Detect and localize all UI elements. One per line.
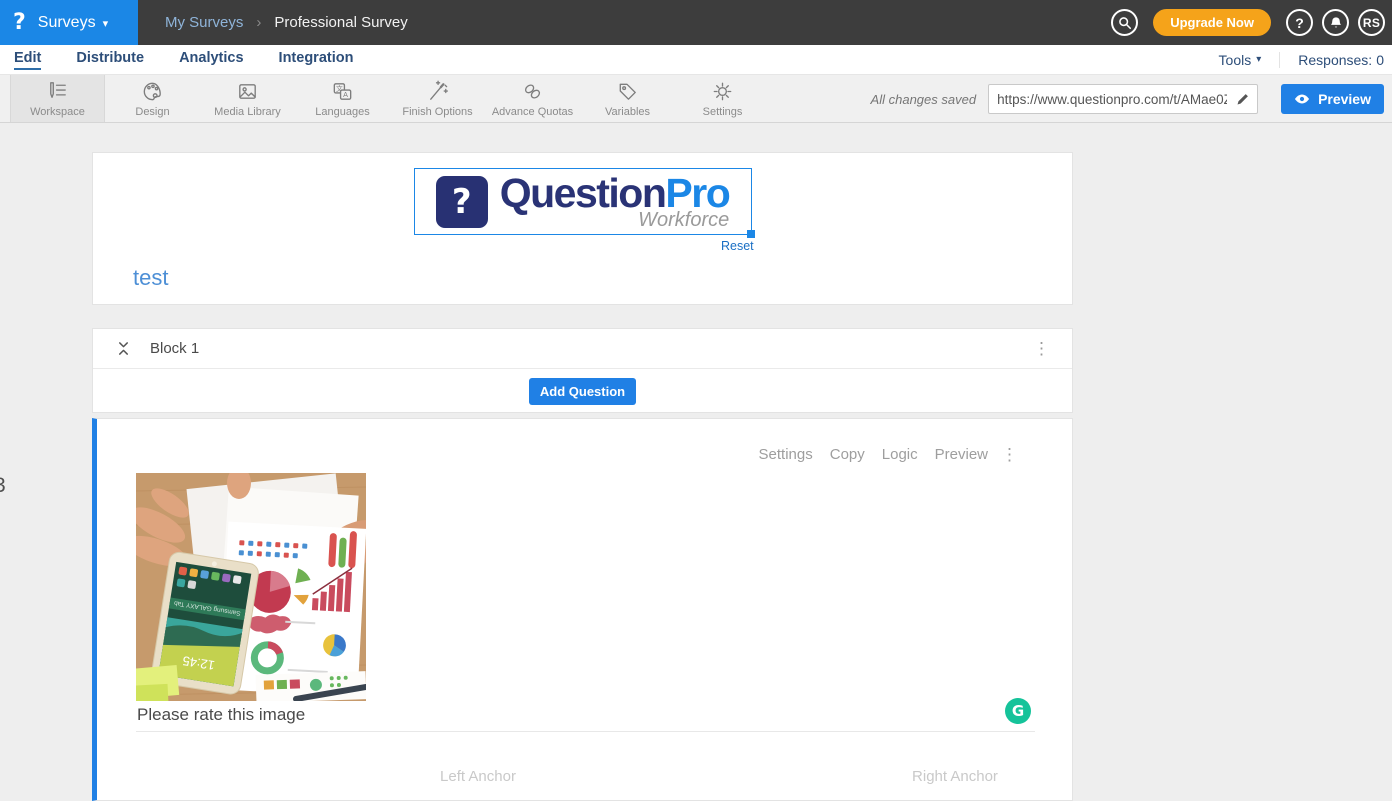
product-menu-label: Surveys — [38, 14, 96, 32]
pencil-icon — [1236, 92, 1250, 106]
languages-icon: 文 A — [330, 79, 355, 104]
questionpro-mark-icon: ? — [436, 176, 488, 228]
question-menu-button[interactable]: ⋮ — [1001, 445, 1018, 465]
advance-quotas-icon — [520, 79, 545, 104]
eye-icon — [1294, 93, 1310, 105]
tab-distribute[interactable]: Distribute — [76, 50, 144, 70]
block-name[interactable]: Block 1 — [150, 340, 199, 357]
question-image[interactable]: Samsung GALAXY Tab 12:45 — [136, 473, 366, 701]
help-button[interactable]: ? — [1286, 9, 1313, 36]
toolbar-item-advance-quotas[interactable]: Advance Quotas — [485, 75, 580, 122]
question-copy-link[interactable]: Copy — [830, 446, 865, 463]
chevron-down-icon: ▾ — [1256, 54, 1261, 65]
reset-logo-link[interactable]: Reset — [721, 239, 754, 253]
toolbar-item-variables[interactable]: Variables — [580, 75, 675, 122]
left-anchor-field[interactable]: Left Anchor — [413, 768, 543, 785]
right-anchor-field[interactable]: Right Anchor — [890, 768, 1020, 785]
survey-logo[interactable]: ? QuestionPro Workforce — [414, 168, 752, 235]
question-text-underline — [136, 731, 1035, 732]
section-tabs: Edit Distribute Analytics Integration — [14, 50, 353, 70]
resize-handle[interactable] — [747, 230, 755, 238]
save-status: All changes saved — [871, 92, 977, 107]
toolbar-item-settings[interactable]: Settings — [675, 75, 770, 122]
help-icon: ? — [1295, 15, 1304, 31]
breadcrumb-separator-icon: › — [256, 14, 261, 31]
design-icon — [140, 79, 165, 104]
upgrade-now-button[interactable]: Upgrade Now — [1153, 9, 1271, 36]
svg-text:A: A — [343, 90, 348, 99]
tab-analytics[interactable]: Analytics — [179, 50, 243, 70]
tools-label: Tools — [1219, 52, 1252, 68]
toolbar-item-media-library[interactable]: Media Library — [200, 75, 295, 122]
chevron-down-icon: ▾ — [103, 17, 109, 30]
toolbar-item-workspace[interactable]: Workspace — [10, 75, 105, 122]
responses-counter[interactable]: Responses: 0 — [1280, 52, 1384, 68]
preview-button[interactable]: Preview — [1281, 84, 1384, 114]
tab-integration[interactable]: Integration — [279, 50, 354, 70]
question-actions: Settings Copy Logic Preview — [759, 446, 988, 463]
toolbar-item-finish-options[interactable]: Finish Options — [390, 75, 485, 122]
question-settings-link[interactable]: Settings — [759, 446, 813, 463]
survey-title-text[interactable]: test — [133, 265, 168, 291]
search-button[interactable] — [1111, 9, 1138, 36]
user-avatar[interactable]: RS — [1358, 9, 1385, 36]
workspace-icon — [45, 79, 70, 104]
toolbar-right: All changes saved Preview — [871, 84, 1384, 114]
edit-url-button[interactable] — [1229, 84, 1257, 114]
block-card: Block 1 ⋮ Add Question — [92, 328, 1073, 413]
add-question-button[interactable]: Add Question — [529, 378, 636, 405]
survey-header-card: ? QuestionPro Workforce Reset test — [92, 152, 1073, 305]
search-icon — [1118, 16, 1132, 30]
tabbar-right: Tools ▾ Responses: 0 — [1219, 52, 1384, 68]
top-navbar: ? Surveys ▾ My Surveys › Professional Su… — [0, 0, 1392, 45]
questionpro-logo-icon: ? — [13, 10, 26, 35]
toolbar-item-design[interactable]: Design — [105, 75, 200, 122]
block-menu-button[interactable]: ⋮ — [1029, 338, 1054, 359]
toolbar-item-languages[interactable]: 文 A Languages — [295, 75, 390, 122]
collapse-block-button[interactable] — [115, 341, 131, 357]
question-preview-link[interactable]: Preview — [935, 446, 988, 463]
section-tabbar: Edit Distribute Analytics Integration To… — [0, 45, 1392, 75]
finish-options-icon — [425, 79, 450, 104]
bell-icon — [1329, 16, 1343, 30]
product-switcher[interactable]: ? Surveys ▾ — [0, 0, 138, 45]
breadcrumb-my-surveys[interactable]: My Surveys — [165, 14, 243, 31]
questionpro-wordmark: QuestionPro Workforce — [500, 173, 730, 230]
settings-icon — [710, 79, 735, 104]
question-logic-link[interactable]: Logic — [882, 446, 918, 463]
breadcrumb: My Surveys › Professional Survey — [165, 14, 408, 31]
add-question-row: Add Question — [93, 369, 1072, 413]
navbar-actions: Upgrade Now ? RS — [1111, 0, 1385, 45]
notifications-button[interactable] — [1322, 9, 1349, 36]
responses-label: Responses: — [1298, 52, 1372, 68]
block-header: Block 1 ⋮ — [93, 329, 1072, 369]
tools-dropdown[interactable]: Tools ▾ — [1219, 52, 1281, 68]
question-card: Settings Copy Logic Preview ⋮ — [92, 418, 1073, 801]
collapse-vertical-icon — [117, 341, 130, 356]
media-library-icon — [235, 79, 260, 104]
question-text[interactable]: Please rate this image — [137, 705, 305, 725]
responses-count: 0 — [1376, 52, 1384, 68]
survey-url-box — [988, 84, 1258, 114]
charts-photo: Samsung GALAXY Tab 12:45 — [136, 473, 366, 701]
grammarly-icon[interactable]: G — [1005, 698, 1031, 724]
variables-icon — [615, 79, 640, 104]
question-number: 3 — [0, 474, 6, 498]
survey-url-input[interactable] — [989, 92, 1229, 107]
breadcrumb-current-survey: Professional Survey — [274, 14, 407, 31]
tab-edit[interactable]: Edit — [14, 50, 41, 70]
